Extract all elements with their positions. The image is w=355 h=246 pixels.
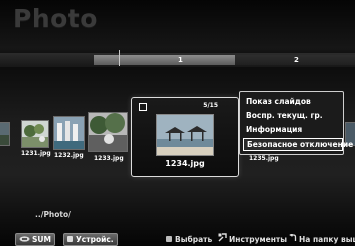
tools-icon	[218, 233, 227, 245]
thumbnail-partial[interactable]	[0, 122, 10, 146]
timeline-position-marker	[119, 50, 120, 66]
thumbnail-caption: 1233.jpg	[94, 155, 124, 162]
photo-browser-screen: Photo 1 2 1231.jpg 1232.jpg 1233.jpg 5/1…	[0, 0, 355, 246]
timeline-segment-1[interactable]	[94, 55, 235, 65]
photo-icon	[54, 117, 84, 149]
tools-menu: Показ слайдов Воспр. текущ. гр. Информац…	[239, 91, 353, 155]
bottom-control-bar: SUM Устройс. Выбрать Инструменты На папк…	[0, 231, 355, 246]
focused-thumbnail	[156, 114, 214, 156]
timeline-segment-1-label: 1	[178, 56, 183, 64]
page-title: Photo	[13, 4, 98, 33]
photo-icon	[22, 121, 48, 147]
photo-icon	[89, 113, 127, 151]
device-label: Устройс.	[76, 235, 114, 244]
select-hint[interactable]: Выбрать	[166, 234, 212, 245]
menu-item-safe-remove[interactable]: Безопасное отключение	[243, 138, 353, 151]
thumbnail-1233[interactable]	[88, 112, 128, 152]
focused-item-card[interactable]: 5/15 1234.jpg	[131, 97, 239, 177]
back-hint[interactable]: На папку выше	[289, 232, 355, 246]
menu-item-information[interactable]: Информация	[243, 124, 341, 136]
item-counter: 5/15	[203, 102, 218, 109]
menu-item-slideshow[interactable]: Показ слайдов	[243, 96, 341, 108]
thumbnail-caption: 1232.jpg	[54, 152, 84, 159]
select-label: Выбрать	[175, 235, 213, 244]
sum-label: SUM	[32, 235, 51, 244]
current-path: ../Photo/	[35, 210, 71, 219]
device-icon	[67, 236, 73, 242]
timeline-segment-2-label: 2	[294, 56, 299, 64]
thumbnail-caption: 1235.jpg	[249, 155, 279, 162]
sum-button[interactable]: SUM	[15, 233, 55, 246]
back-label: На папку выше	[299, 235, 355, 244]
device-button[interactable]: Устройс.	[63, 233, 118, 246]
focused-item-name: 1234.jpg	[165, 159, 205, 168]
select-checkbox[interactable]	[139, 103, 147, 111]
return-icon	[289, 232, 297, 245]
photo-icon	[157, 115, 213, 155]
thumbnail-1232[interactable]	[53, 116, 85, 150]
partial-photo-icon	[0, 123, 9, 145]
tools-hint[interactable]: Инструменты	[218, 233, 288, 246]
sum-icon	[19, 234, 30, 245]
thumbnail-caption: 1231.jpg	[21, 150, 51, 157]
tools-label: Инструменты	[229, 235, 288, 244]
menu-item-play-current-group[interactable]: Воспр. текущ. гр.	[243, 110, 341, 122]
thumbnail-1231[interactable]	[21, 120, 49, 148]
enter-button-icon	[166, 236, 172, 242]
